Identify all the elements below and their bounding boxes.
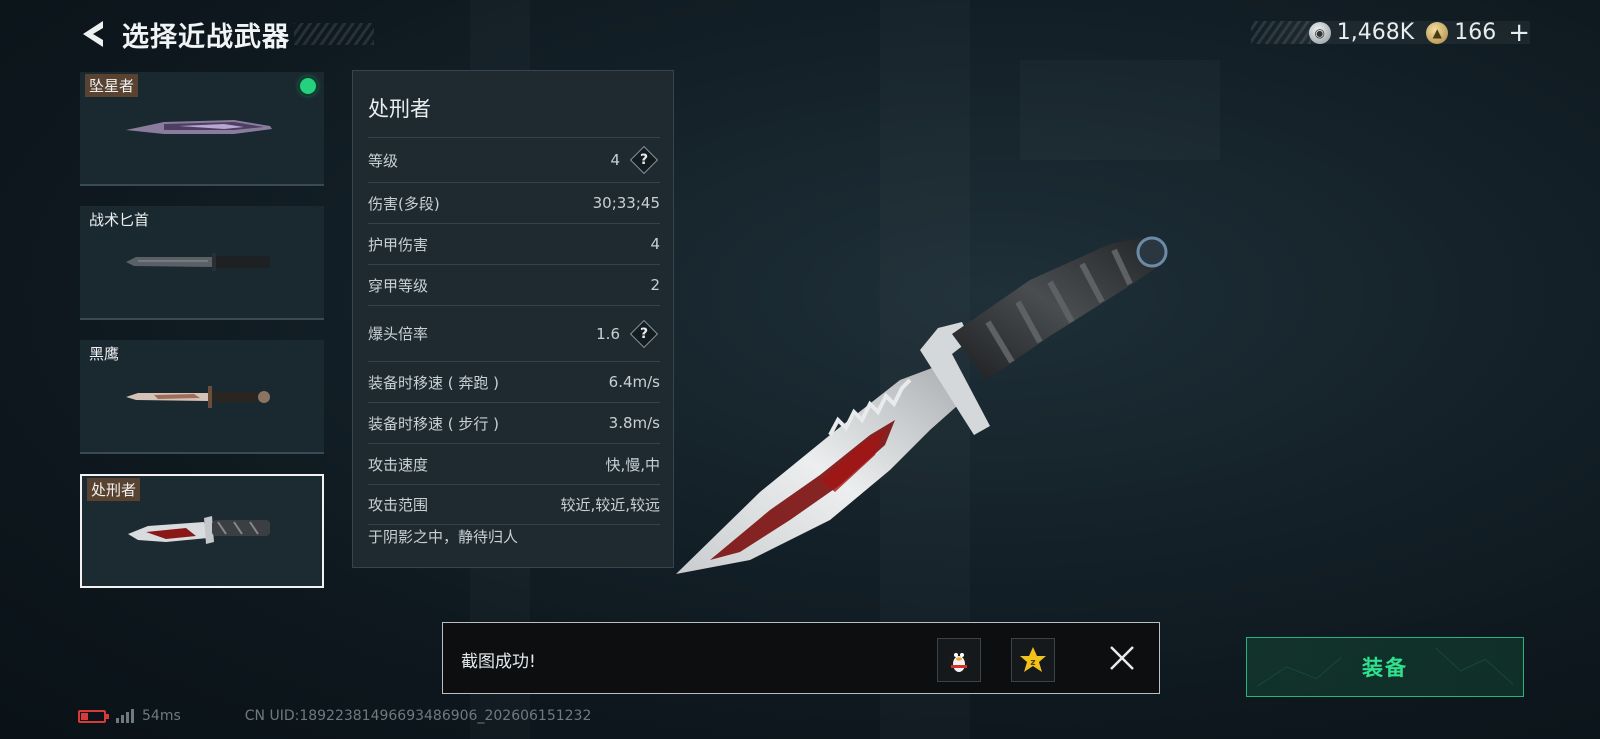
help-icon[interactable]: ?	[629, 145, 659, 175]
status-bar: 54ms CN UID:18922381496693486906_2026061…	[78, 708, 591, 724]
back-arrow-icon[interactable]	[78, 19, 108, 49]
weapon-description: 于阴影之中，静待归人	[368, 528, 519, 546]
ping-value: 54ms	[142, 708, 181, 724]
executioner-knife-render	[676, 236, 1168, 574]
stat-value: 较近,较近,较远	[560, 496, 660, 514]
close-icon[interactable]	[1107, 643, 1137, 673]
stat-value: 4	[650, 235, 660, 253]
stat-row-walk-speed: 装备时移速 ( 步行 ) 3.8m/s	[368, 402, 660, 443]
stat-row-attack-speed: 攻击速度 快,慢,中	[368, 443, 660, 484]
stat-row-penetration: 穿甲等级 2	[368, 264, 660, 305]
stat-row-level: 等级 4 ?	[368, 137, 660, 182]
stat-value: 2	[650, 276, 660, 294]
title-decoration	[294, 23, 374, 45]
gold-amount: 166	[1454, 20, 1497, 45]
weapon-card-tactical-dagger[interactable]: 战术匕首	[80, 206, 324, 320]
weapon-card-executioner[interactable]: 处刑者	[80, 474, 324, 588]
share-qq-button[interactable]	[937, 638, 981, 682]
tactical-dagger-icon	[126, 253, 270, 271]
executioner-knife-icon	[128, 516, 270, 544]
stat-value: 3.8m/s	[608, 414, 660, 432]
weapon-name: 黑鹰	[89, 345, 120, 363]
stat-row-damage: 伤害(多段) 30;33;45	[368, 182, 660, 223]
stat-row-attack-range: 攻击范围 较近,较近,较远	[368, 484, 660, 525]
stat-label: 装备时移速 ( 奔跑 )	[368, 373, 500, 392]
signal-icon	[116, 709, 134, 723]
stat-row-armor-damage: 护甲伤害 4	[368, 223, 660, 264]
toast-message: 截图成功!	[461, 652, 536, 672]
share-qzone-button[interactable]: z	[1011, 638, 1055, 682]
header: 选择近战武器	[78, 14, 374, 54]
weapon-detail-name: 处刑者	[368, 97, 431, 121]
penguin-icon	[949, 649, 969, 673]
equip-decoration	[1256, 647, 1514, 687]
stat-label: 爆头倍率	[368, 325, 429, 343]
fallen-star-knife-icon	[126, 120, 272, 134]
screenshot-toast: 截图成功! z	[442, 622, 1160, 694]
page-title: 选择近战武器	[122, 21, 290, 53]
help-icon[interactable]: ?	[629, 319, 659, 348]
gold-coin-icon: ▲	[1426, 21, 1449, 44]
weapon-name: 战术匕首	[89, 211, 150, 229]
weapon-name: 处刑者	[87, 478, 141, 501]
stat-label: 等级	[368, 151, 399, 170]
battery-icon	[78, 709, 109, 723]
equipped-indicator	[300, 78, 316, 94]
svg-text:z: z	[1030, 658, 1035, 668]
user-uid: CN UID:18922381496693486906_202606151232	[244, 708, 592, 724]
silver-coin-icon: ◉	[1308, 21, 1331, 44]
stat-value: 4	[610, 151, 620, 169]
stat-value: 30;33;45	[592, 194, 660, 212]
stat-value: 快,慢,中	[605, 455, 660, 474]
silver-amount: 1,468K	[1336, 20, 1415, 45]
weapon-name: 坠星者	[85, 74, 139, 97]
stat-label: 装备时移速 ( 步行 )	[368, 414, 500, 433]
stat-value: 1.6	[596, 324, 620, 343]
equip-button[interactable]: 装备	[1246, 637, 1524, 697]
stat-label: 护甲伤害	[368, 235, 429, 254]
stat-label: 攻击范围	[368, 496, 429, 514]
stat-label: 伤害(多段)	[368, 194, 440, 213]
stat-value: 6.4m/s	[608, 373, 660, 391]
stat-label: 穿甲等级	[368, 276, 429, 295]
currency-bar: ◉ 1,468K ▲ 166 +	[1250, 20, 1530, 46]
black-hawk-knife-icon	[126, 386, 270, 408]
stat-row-run-speed: 装备时移速 ( 奔跑 ) 6.4m/s	[368, 361, 660, 402]
weapon-stats-panel: 处刑者 等级 4 ? 伤害(多段) 30;33;45 护甲伤害 4 穿甲等级 2…	[352, 70, 674, 568]
stat-row-headshot: 爆头倍率 1.6 ?	[368, 305, 660, 361]
add-currency-button[interactable]: +	[1508, 20, 1530, 46]
background-streak	[1020, 60, 1220, 160]
star-icon: z	[1020, 647, 1046, 672]
weapon-card-black-hawk[interactable]: 黑鹰	[80, 340, 324, 454]
stat-label: 攻击速度	[368, 455, 429, 474]
weapon-card-fallen-star[interactable]: 坠星者	[80, 72, 324, 186]
